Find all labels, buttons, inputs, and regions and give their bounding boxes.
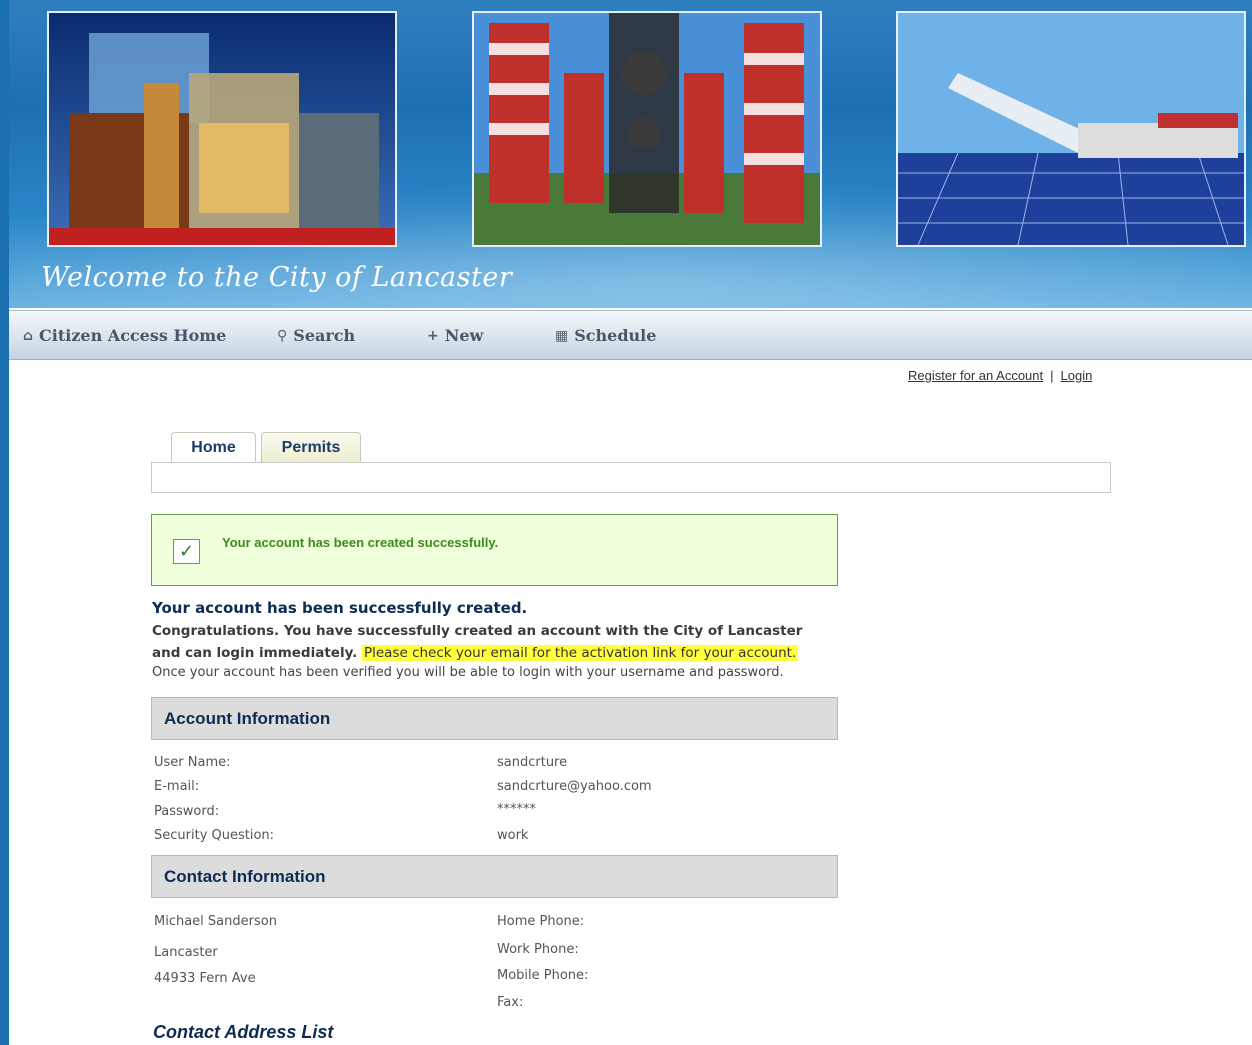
left-accent-bar xyxy=(0,0,9,1045)
contact-street: 44933 Fern Ave xyxy=(154,971,256,986)
contact-city: Lancaster xyxy=(154,945,218,960)
mobile-phone-label: Mobile Phone: xyxy=(497,968,589,983)
home-icon: ⌂ xyxy=(23,327,34,344)
section-title: Account Information xyxy=(164,709,331,728)
contact-name: Michael Sanderson xyxy=(154,914,277,929)
nav-new[interactable]: + New xyxy=(427,326,483,345)
checkmark-icon: ✓ xyxy=(173,539,200,564)
password-label: Password: xyxy=(154,804,220,819)
home-phone-label: Home Phone: xyxy=(497,914,585,929)
fax-label: Fax: xyxy=(497,995,524,1010)
work-phone-label: Work Phone: xyxy=(497,942,579,957)
contact-address-list-heading: Contact Address List xyxy=(153,1022,334,1042)
header-banner: Welcome to the City of Lancaster xyxy=(9,0,1252,308)
banner-photo-solar xyxy=(896,11,1246,247)
tab-strip: Home Permits xyxy=(171,432,361,463)
banner-photo-flags xyxy=(472,11,822,247)
activation-notice: Please check your email for the activati… xyxy=(361,645,799,661)
section-title: Contact Information xyxy=(164,867,326,886)
account-information-header: Account Information xyxy=(151,697,838,740)
nav-label: Citizen Access Home xyxy=(39,326,227,345)
nav-citizen-access-home[interactable]: ⌂ Citizen Access Home xyxy=(23,326,226,345)
search-icon: ⚲ xyxy=(277,327,288,344)
confirmation-heading: Your account has been successfully creat… xyxy=(152,599,528,617)
nav-label: Search xyxy=(293,326,356,345)
username-value: sandcrture xyxy=(497,755,568,770)
register-link[interactable]: Register for an Account xyxy=(908,368,1043,383)
banner-photo-museum xyxy=(47,11,397,247)
nav-label: New xyxy=(444,326,484,345)
email-value: sandcrture@yahoo.com xyxy=(497,779,652,794)
login-link[interactable]: Login xyxy=(1061,368,1093,383)
security-question-value: work xyxy=(497,828,529,843)
tab-content-bar xyxy=(151,462,1111,493)
nav-schedule[interactable]: ▦ Schedule xyxy=(555,326,656,345)
username-label: User Name: xyxy=(154,755,231,770)
contact-information-header: Contact Information xyxy=(151,855,838,898)
nav-search[interactable]: ⚲ Search xyxy=(277,326,355,345)
email-label: E-mail: xyxy=(154,779,200,794)
security-question-label: Security Question: xyxy=(154,828,275,843)
nav-label: Schedule xyxy=(574,326,657,345)
congratulations-text: Congratulations. You have successfully c… xyxy=(152,620,832,664)
tab-permits[interactable]: Permits xyxy=(261,432,361,462)
main-nav: ⌂ Citizen Access Home ⚲ Search + New ▦ S… xyxy=(9,310,1252,360)
calendar-icon: ▦ xyxy=(555,327,569,344)
verification-note: Once your account has been verified you … xyxy=(152,665,784,680)
account-links: Register for an Account | Login xyxy=(908,368,1092,383)
tab-home[interactable]: Home xyxy=(171,432,256,463)
success-message: Your account has been created successful… xyxy=(222,535,499,550)
welcome-title: Welcome to the City of Lancaster xyxy=(41,262,513,293)
success-message-box: ✓ Your account has been created successf… xyxy=(151,514,838,586)
link-separator: | xyxy=(1050,368,1054,383)
password-value: ****** xyxy=(497,802,536,817)
plus-icon: + xyxy=(427,327,439,344)
